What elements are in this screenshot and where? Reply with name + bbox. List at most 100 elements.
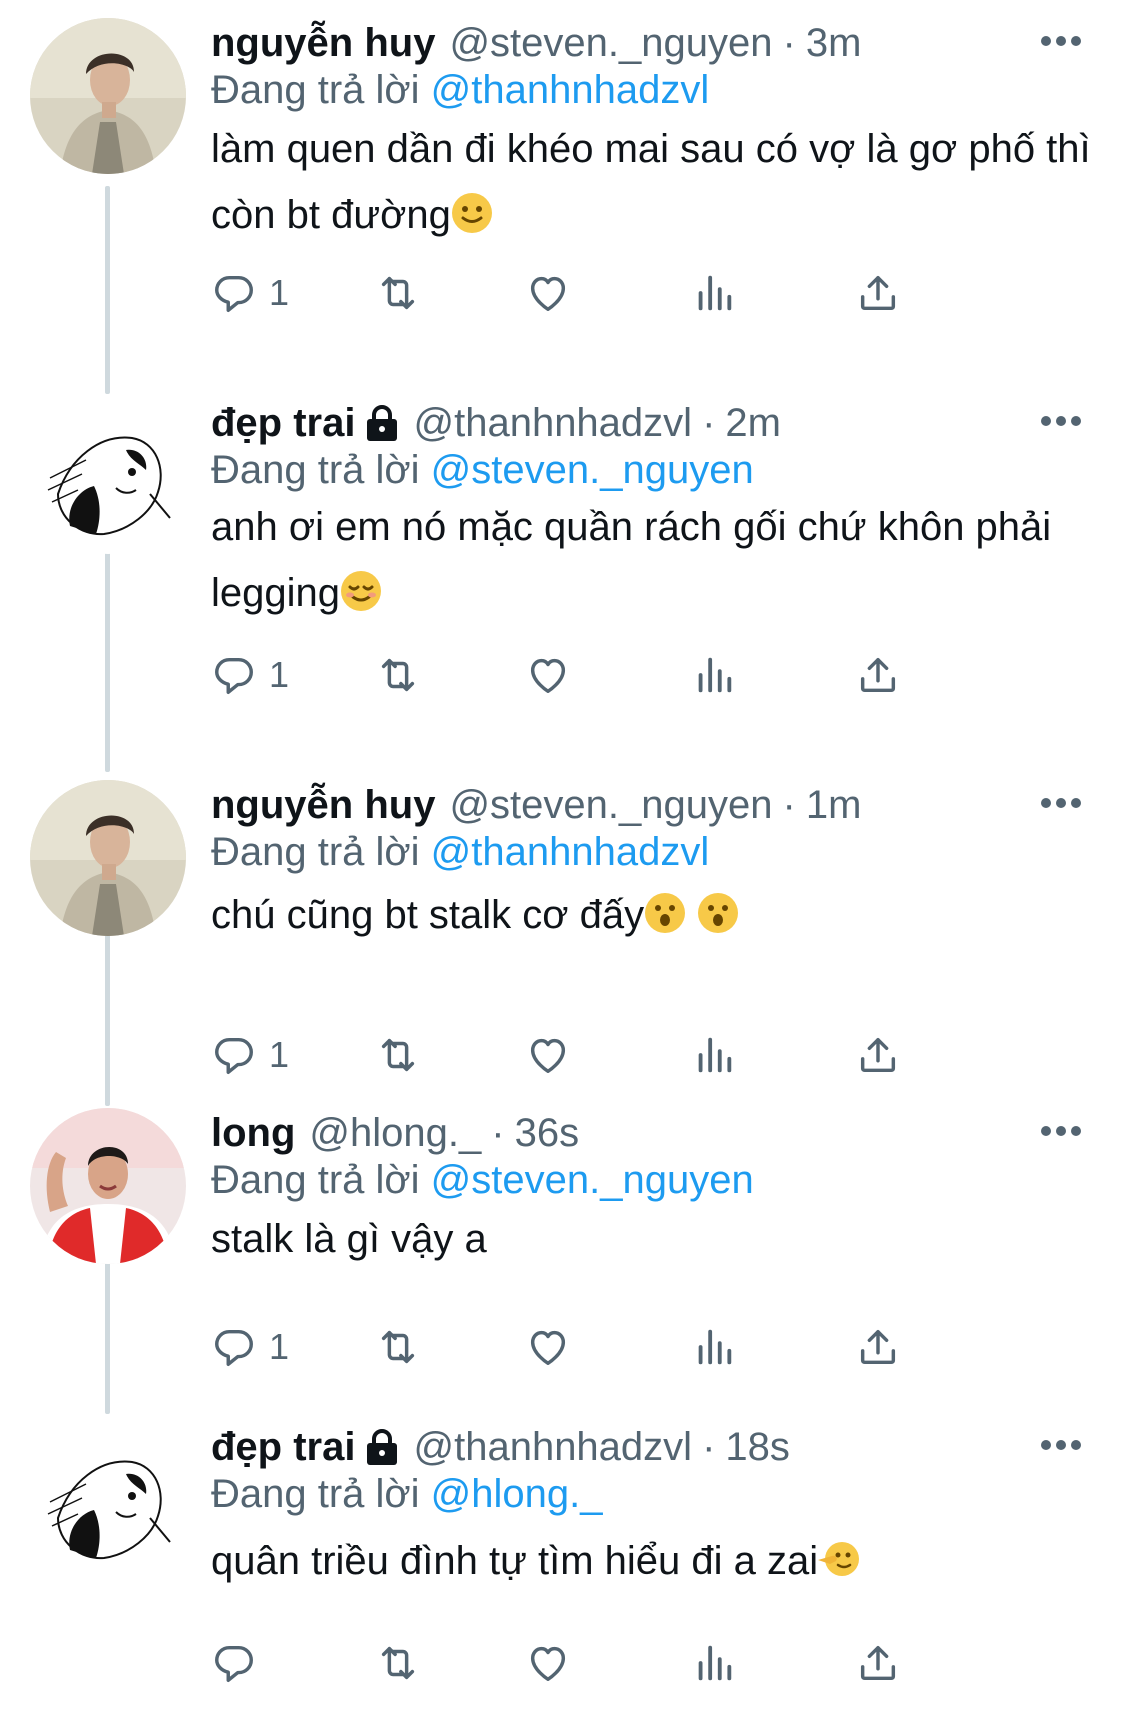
mention-link[interactable]: @hlong._ <box>431 1472 603 1516</box>
reply-icon <box>215 1037 253 1074</box>
retweet-button[interactable] <box>375 650 421 700</box>
slightly-smiling-face-icon <box>451 192 493 234</box>
views-button[interactable] <box>691 1638 737 1688</box>
reply-button[interactable]: 1 <box>211 1322 289 1372</box>
avatar[interactable] <box>30 1422 186 1578</box>
share-icon <box>860 657 896 693</box>
tweet-text-content: làm quen dần đi khéo mai sau có vợ là gơ… <box>211 127 1091 237</box>
avatar[interactable] <box>30 398 186 554</box>
reply-thread: nguyễn huy @steven._nguyen · 3m Đang trả… <box>0 0 1125 1726</box>
display-name[interactable]: đẹp trai <box>211 1425 355 1470</box>
like-button[interactable] <box>525 1638 571 1688</box>
display-name[interactable]: long <box>211 1111 295 1156</box>
avatar-image <box>30 398 186 554</box>
more-options-icon[interactable] <box>1040 1124 1082 1138</box>
separator: · <box>702 400 716 445</box>
share-button[interactable] <box>855 268 901 318</box>
retweet-button[interactable] <box>375 1638 421 1688</box>
avatar-image <box>30 18 186 174</box>
more-options-icon[interactable] <box>1040 414 1082 428</box>
share-icon <box>860 1645 896 1681</box>
avatar[interactable] <box>30 1108 186 1264</box>
tweet-text: quân triều đình tự tìm hiểu đi a zai <box>211 1528 1091 1594</box>
display-name[interactable]: nguyễn huy <box>211 21 435 66</box>
face-pointing-left-icon <box>818 1538 860 1580</box>
like-button[interactable] <box>525 1030 571 1080</box>
tweet-actions: 1 <box>211 650 1011 700</box>
views-icon <box>698 1037 732 1073</box>
mention-link[interactable]: @steven._nguyen <box>431 448 754 492</box>
more-options-icon[interactable] <box>1040 34 1082 48</box>
tweet-text-content: anh ơi em nó mặc quần rách gối chứ khôn … <box>211 505 1052 615</box>
timestamp[interactable]: 18s <box>725 1425 790 1470</box>
retweet-button[interactable] <box>375 268 421 318</box>
mention-link[interactable]: @thanhnhadzvl <box>431 68 710 112</box>
replying-to: Đang trả lời @thanhnhadzvl <box>211 68 709 113</box>
separator: · <box>702 1424 716 1469</box>
reply-count: 1 <box>269 272 290 313</box>
share-icon <box>860 1037 896 1073</box>
username[interactable]: @hlong._ <box>309 1111 481 1156</box>
views-icon <box>698 657 732 693</box>
reply-button[interactable] <box>211 1638 269 1688</box>
views-icon <box>698 275 732 311</box>
mention-link[interactable]: @steven._nguyen <box>431 1158 754 1202</box>
display-name[interactable]: đẹp trai <box>211 401 355 446</box>
replying-to: Đang trả lời @steven._nguyen <box>211 448 754 493</box>
views-button[interactable] <box>691 268 737 318</box>
username[interactable]: @steven._nguyen <box>449 21 772 66</box>
username[interactable]: @thanhnhadzvl <box>413 401 692 446</box>
reply-icon <box>215 1645 253 1682</box>
tweet-actions: 1 <box>211 1030 1011 1080</box>
username[interactable]: @thanhnhadzvl <box>413 1425 692 1470</box>
like-icon <box>530 1330 566 1366</box>
timestamp[interactable]: 1m <box>806 783 862 828</box>
retweet-button[interactable] <box>375 1322 421 1372</box>
display-name[interactable]: nguyễn huy <box>211 783 435 828</box>
replying-to-label: Đang trả lời <box>211 448 420 492</box>
tweet-header: đẹp trai @thanhnhadzvl · 18s <box>211 1422 790 1472</box>
more-options-icon[interactable] <box>1040 1438 1082 1452</box>
like-icon <box>530 1646 566 1682</box>
tweet-text: chú cũng bt stalk cơ đấy <box>211 882 1091 948</box>
hushed-face-icon <box>697 892 739 934</box>
timestamp[interactable]: 2m <box>725 401 781 446</box>
username[interactable]: @steven._nguyen <box>449 783 772 828</box>
reply-count: 1 <box>269 1034 290 1075</box>
tweet-text-content: chú cũng bt stalk cơ đấy <box>211 893 645 937</box>
more-options-icon[interactable] <box>1040 796 1082 810</box>
retweet-icon <box>381 1038 415 1072</box>
replying-to-label: Đang trả lời <box>211 1472 420 1516</box>
relieved-face-icon <box>340 570 382 612</box>
avatar[interactable] <box>30 18 186 174</box>
separator: · <box>491 1110 505 1155</box>
thread-line <box>105 932 110 1106</box>
tweet-text: stalk là gì vậy a <box>211 1206 1091 1272</box>
retweet-button[interactable] <box>375 1030 421 1080</box>
views-icon <box>698 1329 732 1365</box>
reply-icon <box>215 657 253 694</box>
reply-button[interactable]: 1 <box>211 1030 289 1080</box>
share-button[interactable] <box>855 650 901 700</box>
avatar-image <box>30 1108 186 1264</box>
views-button[interactable] <box>691 1030 737 1080</box>
avatar[interactable] <box>30 780 186 936</box>
share-button[interactable] <box>855 1322 901 1372</box>
views-button[interactable] <box>691 650 737 700</box>
separator: · <box>782 20 796 65</box>
share-icon <box>860 275 896 311</box>
reply-button[interactable]: 1 <box>211 650 289 700</box>
reply-button[interactable]: 1 <box>211 268 289 318</box>
like-button[interactable] <box>525 650 571 700</box>
share-button[interactable] <box>855 1030 901 1080</box>
retweet-icon <box>381 1330 415 1364</box>
timestamp[interactable]: 36s <box>515 1111 580 1156</box>
tweet-actions: 1 <box>211 268 1011 318</box>
mention-link[interactable]: @thanhnhadzvl <box>431 830 710 874</box>
like-button[interactable] <box>525 268 571 318</box>
like-button[interactable] <box>525 1322 571 1372</box>
views-button[interactable] <box>691 1322 737 1372</box>
tweet-actions: 1 <box>211 1322 1011 1372</box>
share-button[interactable] <box>855 1638 901 1688</box>
timestamp[interactable]: 3m <box>806 21 862 66</box>
